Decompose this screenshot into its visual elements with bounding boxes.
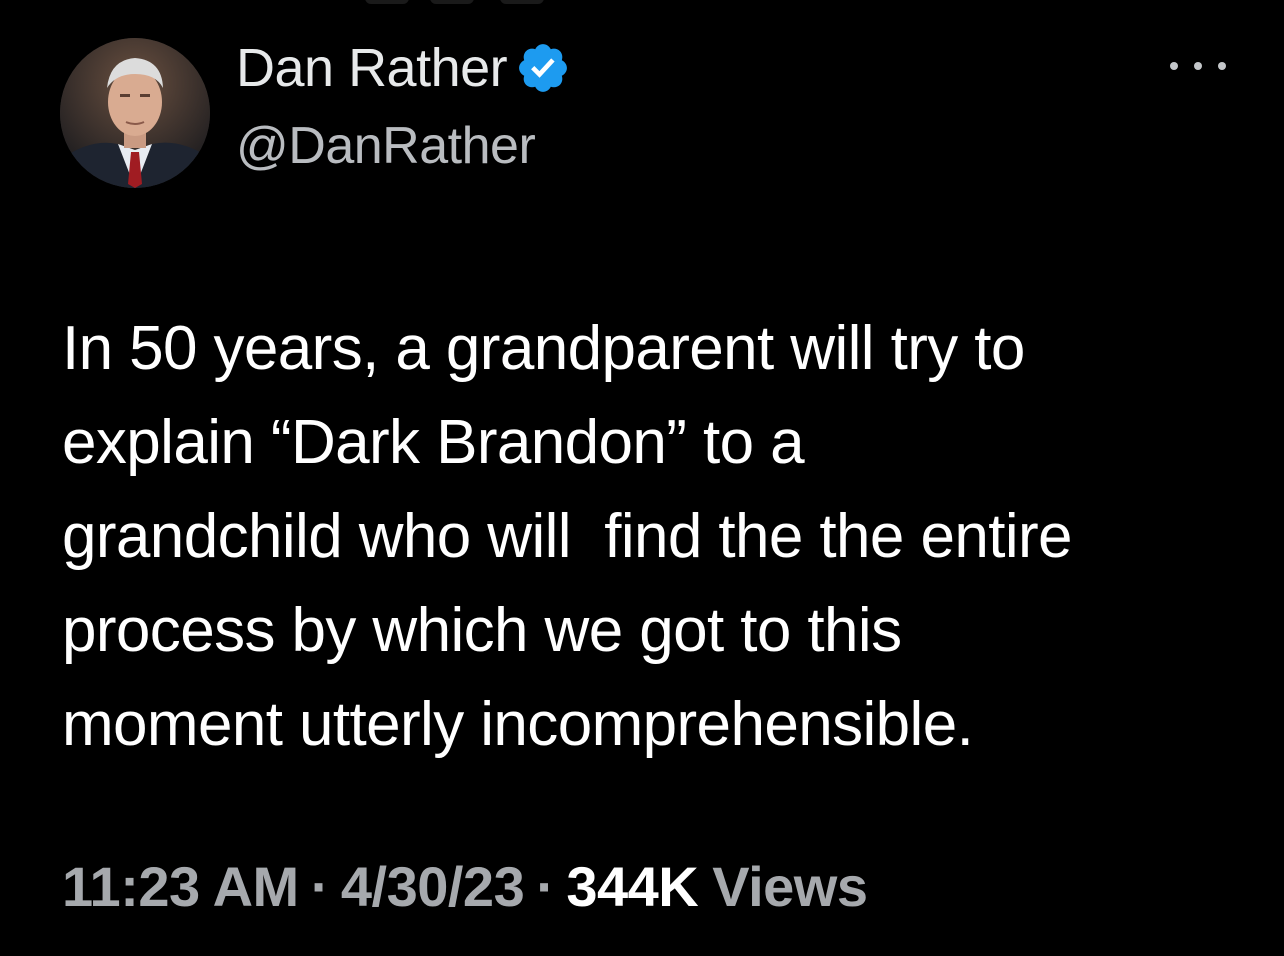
tweet-text-line: process by which we got to this <box>62 596 902 665</box>
tweet-date[interactable]: 4/30/23 <box>341 854 525 919</box>
avatar[interactable] <box>60 38 210 188</box>
views-label[interactable]: Views <box>712 854 868 919</box>
tweet-text: In 50 years, a grandparent will try to e… <box>62 302 1252 772</box>
author-handle[interactable]: @DanRather <box>236 116 536 176</box>
tweet-text-line: explain “Dark Brandon” to a <box>62 408 805 477</box>
verified-badge-icon <box>519 44 568 92</box>
tweet-text-line: In 50 years, a grandparent will try to <box>62 314 1025 383</box>
author-display-name[interactable]: Dan Rather <box>236 37 508 99</box>
meta-separator: · <box>536 854 555 918</box>
more-dot <box>1194 62 1202 70</box>
tweet-text-line: grandchild who will find the the entire <box>62 502 1073 571</box>
more-dot <box>1218 62 1226 70</box>
views-count[interactable]: 344K <box>566 854 698 919</box>
previous-content-edge <box>0 0 1284 10</box>
more-horizontal-icon[interactable] <box>1170 52 1226 80</box>
tweet-time[interactable]: 11:23 AM <box>62 854 299 919</box>
tweet-text-line: moment utterly incomprehensible. <box>62 690 974 759</box>
more-dot <box>1170 62 1178 70</box>
tweet-meta: 11:23 AM · 4/30/23 · 344K Views <box>62 848 868 924</box>
meta-separator: · <box>310 854 330 918</box>
avatar-photo <box>60 38 210 188</box>
author-name-row[interactable]: Dan Rather <box>236 36 571 100</box>
